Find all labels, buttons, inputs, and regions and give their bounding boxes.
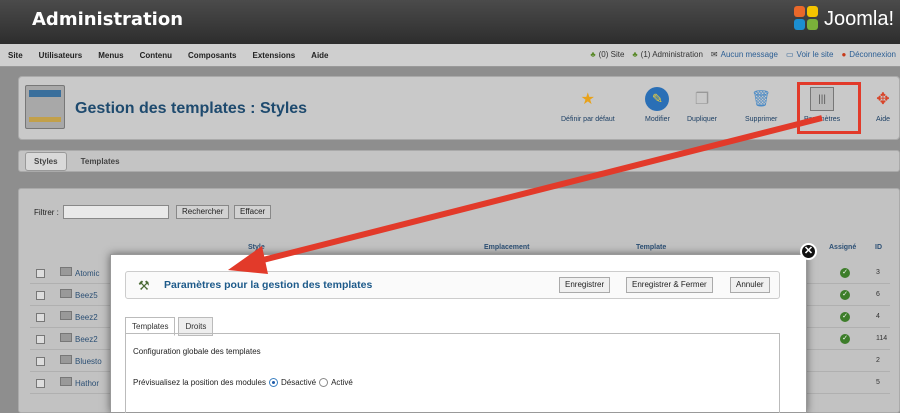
arrow-shaft — [254, 115, 823, 265]
arrow-head — [228, 246, 268, 274]
annotation-arrow — [228, 115, 823, 274]
